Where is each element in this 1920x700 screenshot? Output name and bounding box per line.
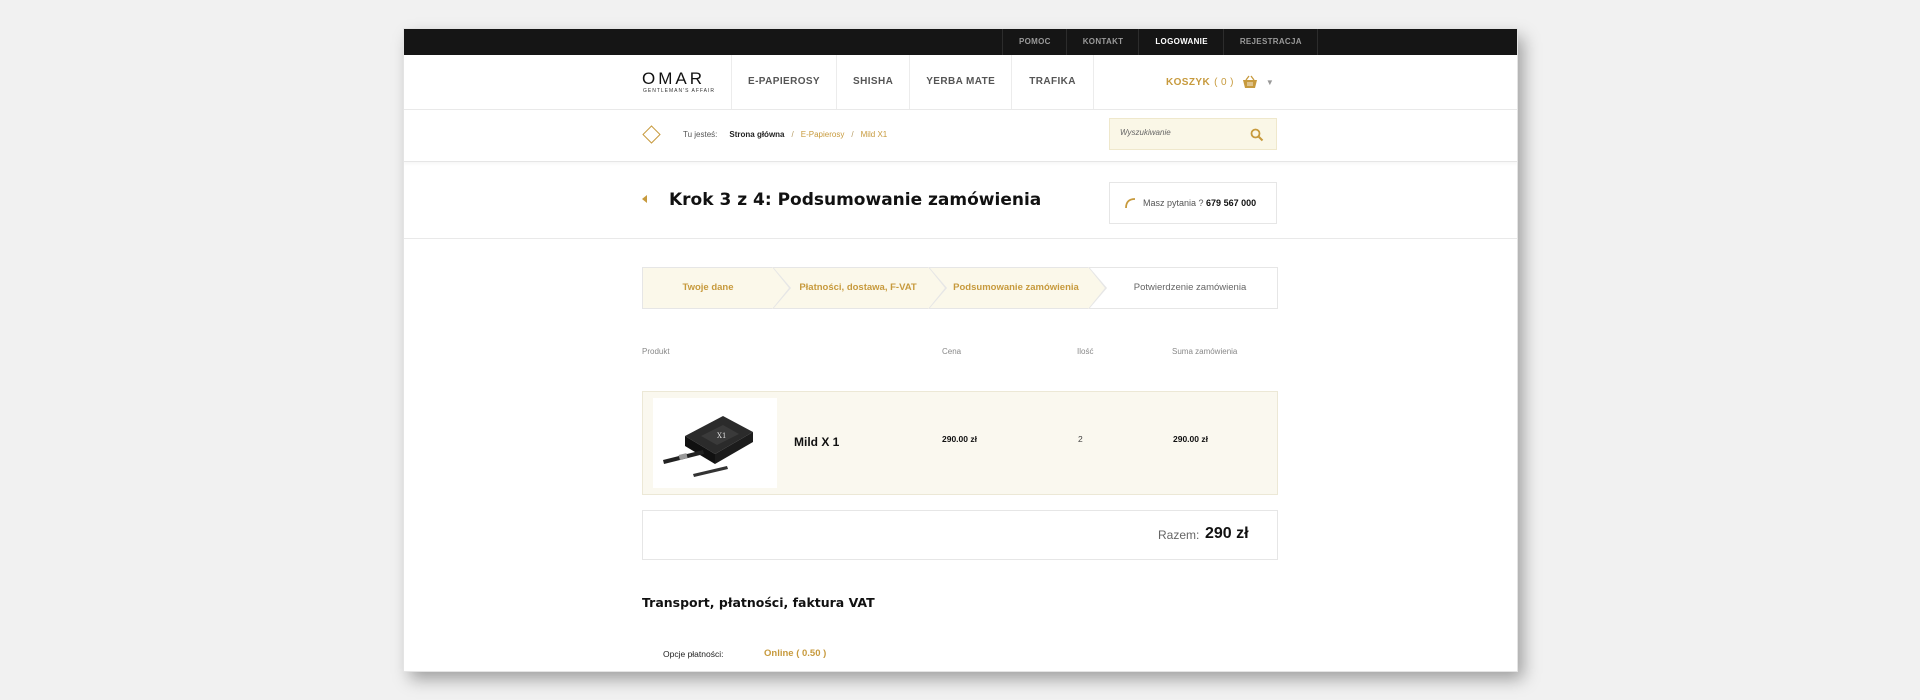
phone-number: 679 567 000 (1206, 198, 1257, 208)
payment-option-value[interactable]: Online ( 0.50 ) (764, 648, 826, 659)
col-header-price: Cena (942, 347, 962, 356)
breadcrumb-row: Tu jesteś: Strona główna / E-Papierosy / Mild… (404, 110, 1517, 162)
product-qty: 2 (1078, 434, 1083, 444)
question-label: Masz pytania ? (1143, 198, 1204, 208)
col-header-qty: Ilość (1077, 347, 1094, 356)
diamond-icon (642, 125, 661, 144)
chevron-down-icon[interactable]: ▼ (1266, 78, 1274, 87)
nav-e-papierosy[interactable]: E-PAPIEROSY (731, 55, 836, 109)
nav-trafika[interactable]: TRAFIKA (1011, 55, 1094, 109)
nav-yerba-mate[interactable]: YERBA MATE (909, 55, 1011, 109)
step-1[interactable]: Twoje dane (643, 268, 773, 308)
back-arrow-icon[interactable] (642, 195, 647, 203)
total-label: Razem: (1158, 528, 1200, 542)
cart-label: KOSZYK (1166, 76, 1211, 88)
topnav-contact-link[interactable]: KONTAKT (1067, 29, 1140, 55)
total-value: 290 zł (1205, 525, 1249, 542)
step-divider (928, 267, 945, 309)
header: OMAR GENTLEMAN'S AFFAIR E-PAPIEROSY SHIS… (404, 55, 1517, 110)
section-title: Transport, płatności, faktura VAT (642, 595, 875, 610)
breadcrumb-home[interactable]: Strona główna (729, 130, 784, 139)
svg-text:X1: X1 (717, 432, 726, 440)
topnav-help-link[interactable]: POMOC (1003, 29, 1067, 55)
page: POMOC KONTAKT LOGOWANIE REJESTRACJA OMAR… (404, 29, 1517, 671)
step-divider (772, 267, 789, 309)
cart-button[interactable]: KOSZYK ( 0 ) ▼ (1166, 75, 1274, 89)
search-icon[interactable] (1250, 128, 1264, 142)
step-3[interactable]: Podsumowanie zamówienia (929, 268, 1089, 308)
search-box (1109, 118, 1277, 150)
breadcrumb-prefix: Tu jesteś: (683, 130, 718, 139)
order-total-box: Razem: 290 zł (642, 510, 1278, 560)
product-price: 290.00 zł (942, 434, 977, 444)
contact-box: Masz pytania ? 679 567 000 (1109, 182, 1277, 224)
table-row: X1 Mild X 1 290.00 zł 2 290.00 zł (642, 391, 1278, 495)
step-title-row: Krok 3 z 4: Podsumowanie zamówienia Masz… (404, 162, 1517, 239)
breadcrumb-category[interactable]: E-Papierosy (801, 130, 845, 139)
page-title: Krok 3 z 4: Podsumowanie zamówienia (669, 190, 1042, 210)
logo-tagline: GENTLEMAN'S AFFAIR (643, 88, 716, 94)
breadcrumb-separator: / (791, 130, 794, 139)
breadcrumb-current[interactable]: Mild X1 (861, 130, 888, 139)
cart-count: ( 0 ) (1214, 76, 1234, 88)
product-photo: X1 (663, 416, 753, 477)
topnav-login-link[interactable]: LOGOWANIE (1139, 29, 1224, 55)
logo-name: OMAR (642, 69, 705, 88)
product-name[interactable]: Mild X 1 (794, 435, 839, 449)
top-bar: POMOC KONTAKT LOGOWANIE REJESTRACJA (404, 29, 1517, 55)
product-total: 290.00 zł (1173, 434, 1208, 444)
payment-options-label: Opcje płatności: (663, 649, 724, 659)
search-input[interactable] (1120, 128, 1240, 137)
contact-text: Masz pytania ? 679 567 000 (1143, 198, 1256, 208)
step-2[interactable]: Płatności, dostawa, F-VAT (773, 268, 929, 308)
col-header-product: Produkt (642, 347, 670, 356)
step-4: Potwierdzenie zamówienia (1089, 268, 1277, 308)
breadcrumb-separator: / (851, 130, 854, 139)
logo[interactable]: OMAR GENTLEMAN'S AFFAIR (642, 69, 718, 95)
top-nav: POMOC KONTAKT LOGOWANIE REJESTRACJA (1002, 29, 1318, 55)
nav-shisha[interactable]: SHISHA (836, 55, 909, 109)
topnav-register-link[interactable]: REJESTRACJA (1224, 29, 1318, 55)
phone-icon (1125, 198, 1136, 209)
product-image[interactable]: X1 (653, 398, 777, 488)
checkout-steps: Twoje dane Płatności, dostawa, F-VAT Pod… (642, 267, 1278, 309)
col-header-total: Suma zamówienia (1172, 347, 1238, 356)
breadcrumb: Tu jesteś: Strona główna / E-Papierosy / Mild… (683, 130, 887, 139)
basket-icon (1242, 75, 1257, 88)
step-divider (1088, 267, 1105, 309)
main-nav: E-PAPIEROSY SHISHA YERBA MATE TRAFIKA (731, 55, 1094, 109)
